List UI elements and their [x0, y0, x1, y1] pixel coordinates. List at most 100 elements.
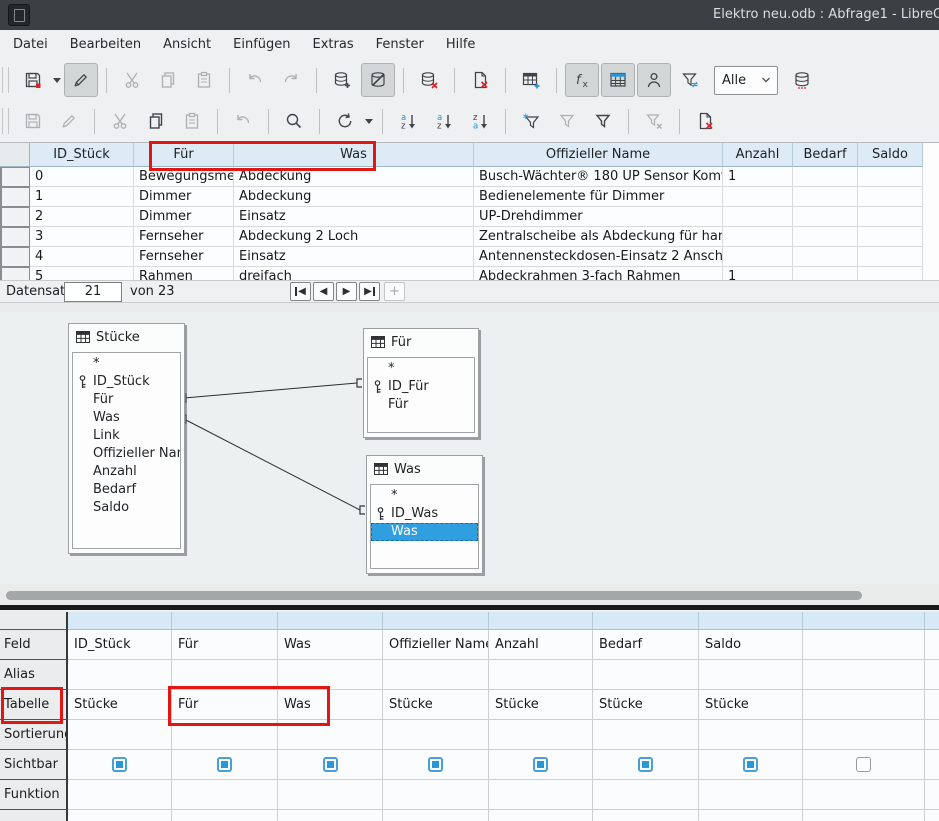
cell[interactable]: Rahmen — [134, 267, 234, 281]
previous-record-button[interactable]: ◀ — [313, 282, 334, 301]
design-column-header[interactable] — [68, 612, 172, 630]
cell[interactable] — [858, 267, 923, 281]
grid-cell[interactable]: Stücke — [68, 690, 172, 720]
find-record-button[interactable] — [277, 104, 311, 138]
visible-checkbox[interactable] — [856, 757, 871, 772]
visible-checkbox[interactable] — [533, 757, 548, 772]
sort-descending-button[interactable]: z a — [463, 104, 497, 138]
field-row[interactable]: Anzahl — [73, 463, 180, 481]
grid-cell[interactable] — [925, 780, 939, 810]
save-dropdown-button[interactable] — [51, 64, 63, 96]
design-column-header[interactable] — [803, 612, 925, 630]
cell[interactable]: 1 — [723, 267, 793, 281]
column-header[interactable]: Anzahl — [723, 143, 793, 167]
design-column-header[interactable] — [172, 612, 278, 630]
cell[interactable]: Abdeckung — [234, 187, 474, 207]
menu-hilfe[interactable]: Hilfe — [435, 30, 487, 60]
new-record-button[interactable]: + — [384, 282, 405, 301]
grid-cell[interactable] — [593, 720, 699, 750]
column-header[interactable]: ID_Stück — [30, 143, 134, 167]
cell[interactable]: Einsatz — [234, 207, 474, 227]
cell[interactable]: 3 — [30, 227, 134, 247]
grid-cell[interactable] — [383, 720, 489, 750]
copy-button[interactable] — [139, 104, 173, 138]
cell[interactable]: Dimmer — [134, 207, 234, 227]
grid-cell[interactable] — [803, 660, 925, 690]
column-header[interactable]: Saldo — [858, 143, 923, 167]
cell[interactable] — [858, 207, 923, 227]
limit-combobox[interactable]: Alle — [714, 66, 778, 95]
cell[interactable]: Bewegungsmelder — [134, 167, 234, 187]
grid-cell[interactable]: Stücke — [383, 690, 489, 720]
cell[interactable] — [723, 187, 793, 207]
cell[interactable]: 4 — [30, 247, 134, 267]
menu-extras[interactable]: Extras — [302, 30, 365, 60]
grid-cell[interactable] — [383, 780, 489, 810]
last-record-button[interactable]: ▶ — [359, 282, 380, 301]
paste-data-button[interactable] — [175, 104, 209, 138]
distinct-values-button[interactable]: ≠ — [673, 63, 707, 97]
diagram-table-stuecke[interactable]: Stücke * ID_Stück Für Was Link Offiziell… — [68, 323, 185, 554]
design-grid-corner[interactable] — [0, 612, 68, 630]
design-column-header[interactable] — [699, 612, 803, 630]
grid-cell[interactable] — [925, 810, 939, 821]
diagram-table-header[interactable]: Was — [367, 456, 482, 482]
standard-filter-button[interactable] — [586, 104, 620, 138]
scrollbar-thumb[interactable] — [6, 591, 862, 600]
visible-checkbox[interactable] — [112, 757, 127, 772]
functions-button[interactable]: f x — [565, 63, 599, 97]
save-record-button[interactable] — [16, 104, 50, 138]
diagram-table-fuer[interactable]: Für * ID_Für Für — [363, 328, 479, 438]
visible-checkbox[interactable] — [323, 757, 338, 772]
grid-cell[interactable]: Stücke — [593, 690, 699, 720]
row-header[interactable] — [0, 167, 30, 187]
redo-button[interactable] — [274, 63, 308, 97]
cell[interactable]: 0 — [30, 167, 134, 187]
field-row[interactable]: ID_Stück — [73, 373, 180, 391]
query-properties-button[interactable] — [785, 63, 819, 97]
toolbar-handle[interactable] — [2, 108, 9, 134]
cell[interactable] — [793, 247, 858, 267]
grid-cell[interactable] — [699, 810, 803, 821]
grid-cell[interactable] — [489, 810, 593, 821]
edit-button[interactable] — [64, 63, 98, 97]
grid-cell[interactable] — [68, 780, 172, 810]
row-header[interactable] — [0, 267, 30, 281]
design-view-button[interactable] — [361, 63, 395, 97]
cell[interactable]: Bedienelemente für Dimmer — [474, 187, 723, 207]
design-area-scrollbar[interactable] — [0, 584, 939, 605]
field-row[interactable]: Für — [73, 391, 180, 409]
grid-cell[interactable] — [489, 660, 593, 690]
cell[interactable] — [858, 187, 923, 207]
cell[interactable]: 1 — [30, 187, 134, 207]
reset-filter-button[interactable] — [637, 104, 671, 138]
menu-datei[interactable]: Datei — [2, 30, 59, 60]
refresh-button[interactable] — [328, 104, 362, 138]
cell[interactable]: dreifach — [234, 267, 474, 281]
cut-button[interactable] — [115, 63, 149, 97]
grid-cell[interactable] — [925, 660, 939, 690]
visible-checkbox[interactable] — [217, 757, 232, 772]
grid-cell[interactable]: Anzahl — [489, 630, 593, 660]
grid-cell[interactable] — [68, 720, 172, 750]
menu-einfuegen[interactable]: Einfügen — [222, 30, 301, 60]
cell[interactable]: Antennensteckdosen-Einsatz 2 Anschlüss — [474, 247, 723, 267]
grid-cell[interactable] — [172, 720, 278, 750]
field-row[interactable]: ID_Für — [368, 378, 474, 396]
grid-cell[interactable]: ID_Stück — [68, 630, 172, 660]
grid-cell[interactable] — [489, 780, 593, 810]
cell[interactable] — [858, 247, 923, 267]
visible-checkbox[interactable] — [743, 757, 758, 772]
cell[interactable] — [793, 167, 858, 187]
clear-query-button[interactable] — [412, 63, 446, 97]
grid-cell[interactable] — [278, 660, 383, 690]
row-header[interactable] — [0, 247, 30, 267]
grid-cell[interactable]: Was — [278, 690, 383, 720]
cell[interactable]: UP-Drehdimmer — [474, 207, 723, 227]
diagram-table-header[interactable]: Für — [364, 329, 478, 355]
edit-data-button[interactable] — [52, 104, 86, 138]
grid-cell[interactable] — [68, 660, 172, 690]
grid-cell[interactable] — [278, 720, 383, 750]
grid-cell[interactable]: Saldo — [699, 630, 803, 660]
cell[interactable] — [793, 227, 858, 247]
